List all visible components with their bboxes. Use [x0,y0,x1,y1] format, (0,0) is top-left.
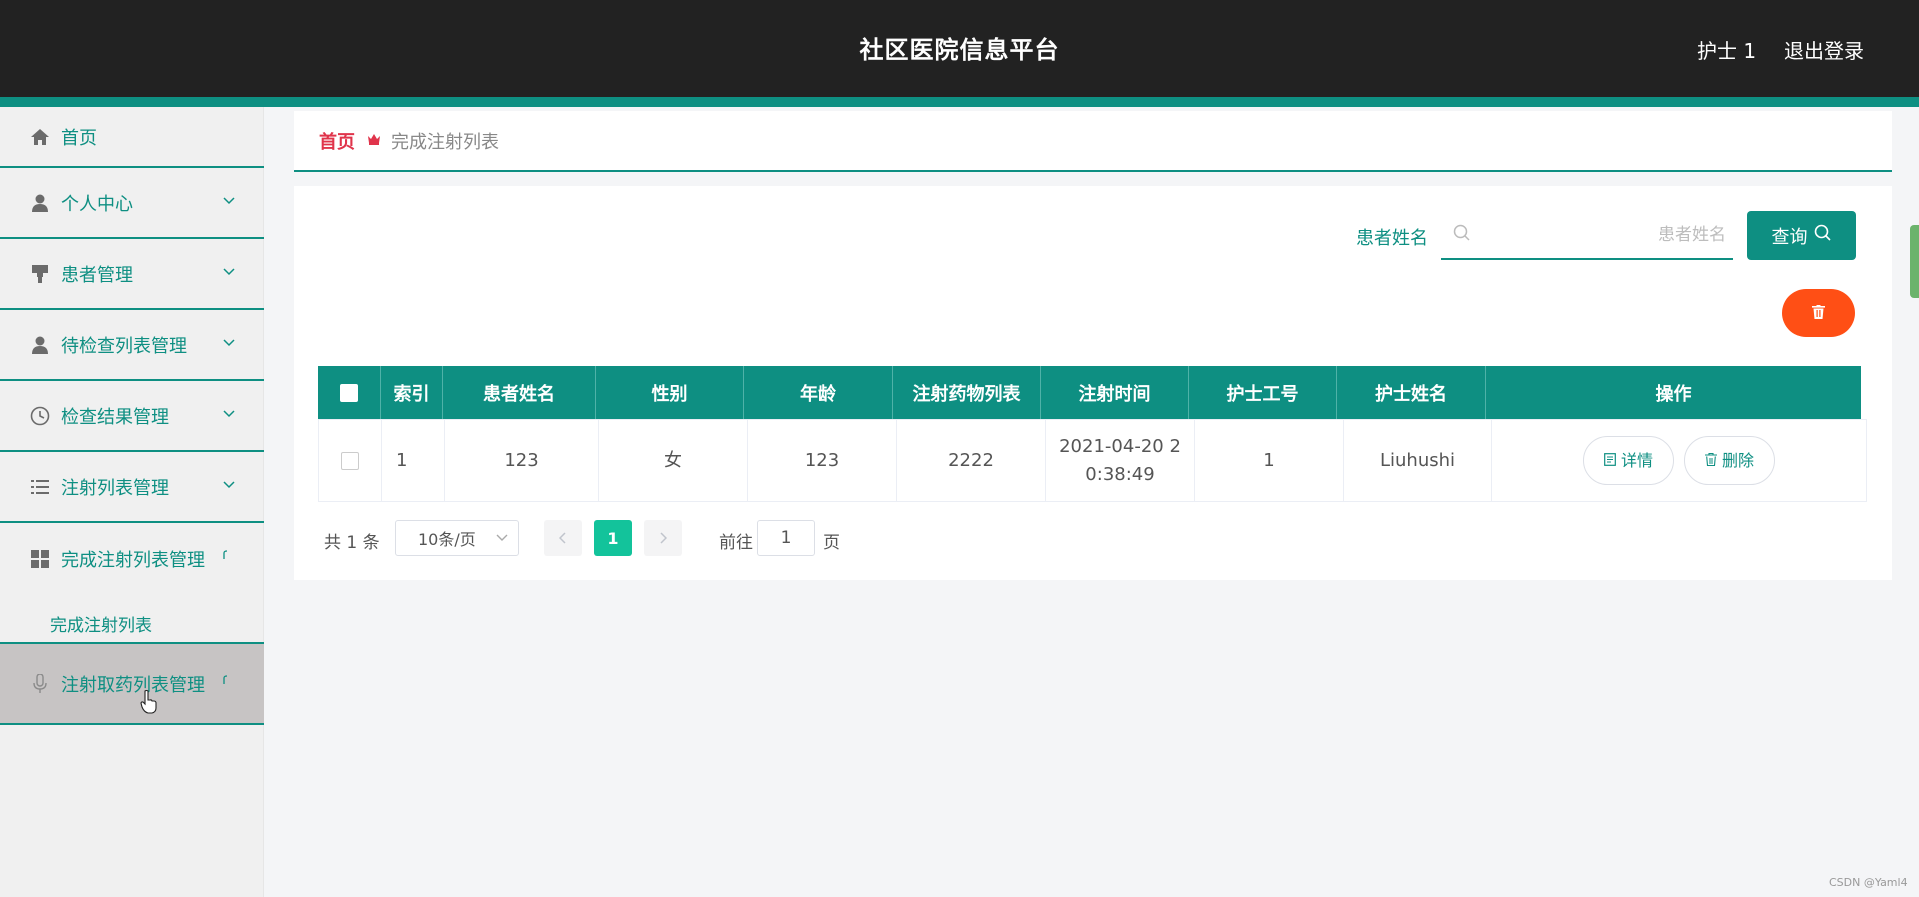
column-header: 护士工号 [1189,366,1337,419]
cell-time-line: 0:38:49 [1085,463,1155,485]
search-icon [1814,224,1832,247]
column-header: 注射药物列表 [893,366,1041,419]
sidebar-item-home[interactable]: 首页 [0,107,264,168]
chevron-down-icon [223,407,235,419]
cell-age: 123 [748,420,897,501]
row-checkbox[interactable] [341,451,359,470]
table-header: 索引 患者姓名 性别 年龄 注射药物列表 注射时间 护士工号 护士姓名 操作 [318,366,1861,419]
cell-time-line: 2021-04-20 2 [1059,435,1181,457]
user-icon [29,192,51,214]
search-icon [1453,224,1471,246]
sidebar-item-completed-injections[interactable]: 完成注射列表管理 [0,523,264,594]
breadcrumb: 首页 完成注射列表 [294,111,1892,172]
pagination: 共 1 条 10条/页 1 前往 页 [318,520,918,556]
chevron-up-icon [223,674,235,686]
app-title: 社区医院信息平台 [859,36,1060,64]
watermark: CSDN @Yaml4 [1829,876,1908,889]
prev-page-button[interactable] [544,520,582,556]
cell-injection-time: 2021-04-20 2 0:38:49 [1046,420,1195,501]
hand-cursor-icon [140,689,158,718]
select-all-checkbox[interactable] [340,383,358,402]
document-icon [1604,447,1616,475]
sidebar-item-label: 待检查列表管理 [61,335,187,357]
table-row: 1 123 女 123 2222 2021-04-20 2 0:38:49 1 … [318,419,1867,502]
home-icon [29,126,51,148]
select-all-cell [318,366,381,419]
sidebar-item-label: 检查结果管理 [61,406,169,428]
chevron-down-icon [223,336,235,348]
header-accent-line [0,97,1919,107]
search-input[interactable] [1481,220,1726,250]
sidebar-item-label: 注射列表管理 [61,477,169,499]
page-scrollbar[interactable] [1910,225,1919,298]
column-header: 患者姓名 [443,366,596,419]
sidebar-item-patients[interactable]: 患者管理 [0,239,264,310]
column-header: 索引 [381,366,443,419]
grid-icon [29,548,51,570]
sidebar-item-label: 患者管理 [61,264,133,286]
cell-gender: 女 [599,420,748,501]
current-user: 护士 1 [1697,39,1757,63]
chevron-down-icon [223,478,235,490]
row-select-cell [319,420,382,501]
column-header: 护士姓名 [1337,366,1486,419]
page-size-select[interactable]: 10条/页 [395,520,519,556]
cell-drugs: 2222 [897,420,1046,501]
cell-nurse-id: 1 [1195,420,1344,501]
submenu-completed-injection-list[interactable]: 完成注射列表 [0,600,264,646]
goto-suffix: 页 [823,533,840,553]
sidebar-item-exam-results[interactable]: 检查结果管理 [0,381,264,452]
cell-actions: 详情 删除 [1492,420,1866,501]
search-label: 患者姓名 [1356,228,1428,249]
detail-button[interactable]: 详情 [1583,436,1674,485]
cell-index: 1 [382,420,445,501]
logout-link[interactable]: 退出登录 [1784,35,1864,64]
column-header: 注射时间 [1041,366,1189,419]
cell-patient-name: 123 [445,420,599,501]
query-button[interactable]: 查询 [1747,211,1856,260]
crown-icon [367,133,381,149]
sidebar-item-label: 个人中心 [61,193,133,215]
top-bar: 社区医院信息平台 护士 1 退出登录 [0,0,1919,97]
sidebar-item-pending-exams[interactable]: 待检查列表管理 [0,310,264,381]
next-page-button[interactable] [644,520,682,556]
total-count: 共 1 条 [324,533,380,553]
chevron-up-icon [223,549,235,561]
batch-delete-button[interactable] [1782,289,1855,337]
sidebar-item-label: 注射取药列表管理 [61,674,205,696]
delete-button-label: 删除 [1721,450,1754,470]
detail-button-label: 详情 [1620,450,1653,470]
goto-page-input[interactable] [757,520,815,556]
breadcrumb-current: 完成注射列表 [391,131,499,153]
sidebar-item-label: 首页 [61,127,97,149]
trash-icon [1704,447,1717,475]
microphone-icon [29,673,51,695]
stamp-icon [29,263,51,285]
chevron-down-icon [496,531,508,545]
sidebar-item-injections[interactable]: 注射列表管理 [0,452,264,523]
page-number-button[interactable]: 1 [594,520,632,556]
chevron-down-icon [223,194,235,206]
search-field [1441,212,1733,260]
sidebar-item-label: 完成注射列表管理 [61,549,205,571]
delete-button[interactable]: 删除 [1684,436,1775,485]
trash-icon [1812,304,1825,323]
page-size-value: 10条/页 [418,530,476,549]
query-button-label: 查询 [1771,226,1808,248]
column-header: 性别 [596,366,744,419]
clock-icon [29,405,51,427]
breadcrumb-home[interactable]: 首页 [319,128,355,154]
cell-nurse-name: Liuhushi [1344,420,1492,501]
user-icon [29,334,51,356]
sidebar: 首页 个人中心 患者管理 待检查列表管理 检查结果管理 注射列表管理 完成注射列… [0,107,264,897]
chevron-down-icon [223,265,235,277]
list-icon [29,476,51,498]
goto-prefix: 前往 [719,533,753,553]
chevron-left-icon [558,529,567,548]
sidebar-item-injection-pickup[interactable]: 注射取药列表管理 [0,642,264,725]
column-header: 操作 [1655,383,1692,405]
sidebar-item-profile[interactable]: 个人中心 [0,168,264,239]
chevron-right-icon [659,529,668,548]
column-header: 年龄 [744,366,893,419]
